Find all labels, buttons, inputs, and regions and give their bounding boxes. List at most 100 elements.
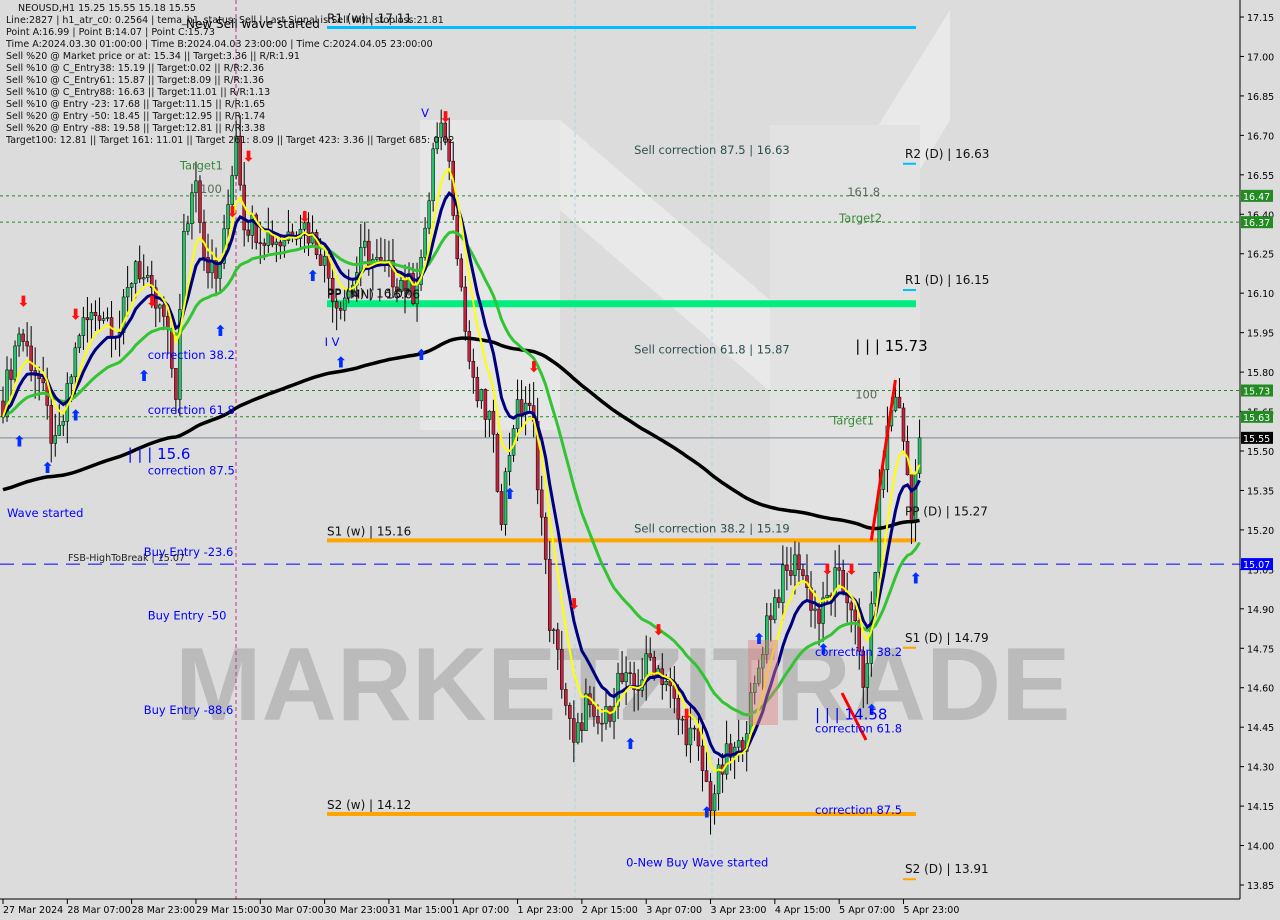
price-tick-label: 16.85 (1247, 92, 1274, 103)
time-tick-label: 29 Mar 15:00 (196, 905, 259, 916)
bull-candle (129, 283, 134, 288)
current-price-tag: 15.55 (1243, 434, 1270, 445)
daily-pivot-label: S1 (D) | 14.79 (905, 631, 989, 645)
bear-candle (519, 399, 524, 415)
pp-weekly-label: PP (w) | 16.07 (327, 287, 411, 301)
bear-candle (572, 718, 576, 743)
bear-candle (543, 516, 548, 560)
bull-candle (487, 410, 492, 420)
bear-candle (777, 597, 781, 603)
bear-candle (636, 689, 640, 691)
chart-annotation: correction 61.8 (815, 721, 902, 735)
info-line: Sell %20 @ Entry -50: 18.45 || Target:12… (6, 111, 266, 122)
buy-arrow-icon: ⬆ (335, 354, 348, 372)
price-tick-label: 17.15 (1247, 13, 1274, 24)
time-tick-label: 28 Mar 23:00 (132, 905, 195, 916)
bear-candle (499, 491, 504, 525)
time-tick-label: 2 Apr 15:00 (582, 905, 638, 916)
chart-annotation: 100 (200, 182, 222, 196)
bull-candle (274, 241, 279, 245)
buy-arrow-icon: ⬆ (504, 485, 517, 503)
buy-arrow-icon: ⬆ (624, 735, 637, 753)
bull-candle (375, 257, 379, 260)
sell-arrow-icon: ⬇ (845, 561, 858, 579)
chart-annotation: 100 (855, 387, 877, 401)
bull-candle (664, 681, 669, 686)
price-tick-label: 15.20 (1247, 526, 1274, 537)
bull-candle (186, 223, 190, 232)
bear-candle (463, 286, 468, 332)
time-axis: 27 Mar 2024 28 Mar 07:00 28 Mar 23:00 29 Ma… (2, 899, 959, 916)
sell-arrow-icon: ⬇ (680, 705, 693, 723)
bear-candle (853, 609, 857, 622)
sell-arrow-icon: ⬇ (146, 292, 159, 310)
daily-pivot-label: R2 (D) | 16.63 (905, 147, 989, 161)
info-line: Sell %10 @ Entry -23: 17.68 || Target:11… (6, 99, 266, 110)
bear-candle (700, 745, 705, 771)
bull-candle (322, 255, 327, 266)
level-price-tag: 16.47 (1243, 192, 1270, 203)
bull-candle (551, 629, 556, 632)
daily-pivot-label: R1 (D) | 16.15 (905, 273, 989, 287)
bear-candle (696, 728, 701, 747)
chart-annotation: correction 87.5 (815, 803, 902, 817)
bull-candle (724, 743, 729, 775)
bull-candle (69, 376, 74, 384)
time-tick-label: 4 Apr 15:00 (775, 905, 831, 916)
bear-candle (837, 567, 841, 571)
bull-candle (218, 263, 222, 279)
level-price-tag: 15.63 (1243, 413, 1270, 424)
chart-annotation: 161.8 (847, 185, 880, 199)
price-tick-label: 15.50 (1247, 447, 1274, 458)
bull-candle (53, 435, 58, 444)
bear-candle (29, 345, 33, 371)
bull-candle (133, 261, 138, 284)
bull-candle (89, 312, 94, 321)
bull-candle (250, 214, 254, 236)
price-tick-label: 14.75 (1247, 644, 1274, 655)
bear-candle (560, 649, 564, 690)
chart-annotation: Target1 (830, 414, 874, 428)
chart-annotation: Target1 (179, 159, 223, 173)
level-price-tag: 16.37 (1243, 218, 1270, 229)
sell-arrow-icon: ⬇ (652, 621, 665, 639)
chart-annotation: 0-New Buy Wave started (626, 856, 768, 870)
bull-candle (736, 740, 741, 748)
bull-candle (282, 240, 287, 247)
price-tick-label: 14.00 (1247, 842, 1274, 853)
time-tick-label: 1 Apr 07:00 (453, 905, 509, 916)
bear-candle (97, 315, 102, 321)
bear-candle (801, 569, 805, 576)
buy-arrow-icon: ⬆ (753, 630, 766, 648)
bull-candle (624, 672, 628, 683)
bull-candle (363, 240, 367, 248)
buy-arrow-icon: ⬆ (138, 367, 151, 385)
bear-candle (556, 629, 560, 650)
time-tick-label: 30 Mar 23:00 (325, 905, 388, 916)
bear-candle (379, 257, 383, 261)
bear-candle (592, 704, 596, 717)
bear-candle (901, 407, 906, 442)
daily-pivot-label: S2 (D) | 13.91 (905, 862, 989, 876)
bear-candle (475, 377, 480, 402)
bear-candle (21, 333, 25, 342)
bear-candle (49, 405, 53, 444)
chart-annotation: Sell correction 61.8 | 15.87 (634, 343, 790, 357)
bear-candle (258, 242, 263, 244)
time-tick-label: 5 Apr 07:00 (839, 905, 895, 916)
bear-candle (85, 317, 90, 321)
bear-candle (174, 368, 178, 400)
symbol-ohlc-title: NEOUSD,H1 15.25 15.55 15.18 15.55 (18, 3, 196, 14)
chart-annotation: Buy Entry -88.6 (144, 703, 234, 717)
info-line: Time A:2024.03.30 01:00:00 | Time B:2024… (6, 39, 433, 50)
chart-annotation: | | | 15.73 (855, 337, 927, 355)
info-line: Sell %10 @ C_Entry88: 16.63 || Target:11… (6, 87, 271, 98)
new-sell-wave-label: New Sell wave started (186, 17, 320, 31)
bear-candle (648, 653, 652, 658)
bull-candle (431, 148, 435, 202)
chart-annotation: Buy Entry -50 (148, 608, 227, 622)
sell-arrow-icon: ⬇ (299, 208, 312, 226)
sell-arrow-icon: ⬇ (568, 595, 581, 613)
bull-candle (865, 663, 870, 688)
buy-arrow-icon: ⬆ (13, 433, 26, 451)
